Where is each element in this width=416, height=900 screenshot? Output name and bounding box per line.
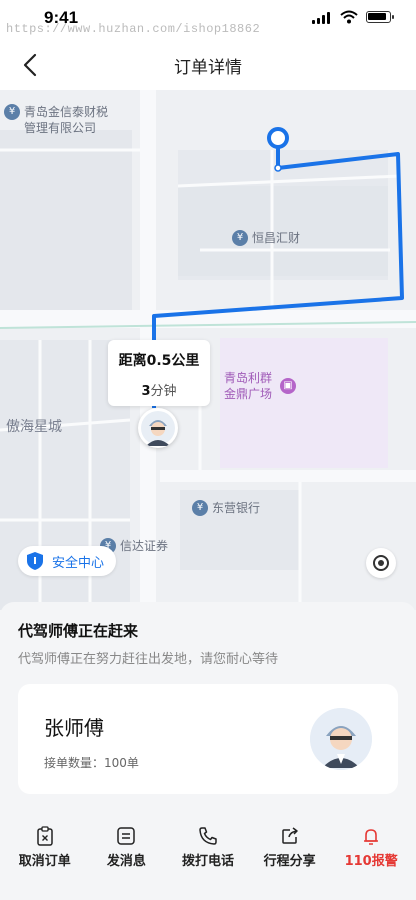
poi-label: 恒昌汇财 — [252, 231, 301, 245]
money-pin-icon: ¥ — [232, 230, 248, 246]
message-icon — [117, 827, 136, 845]
driver-avatar — [310, 708, 372, 770]
action-label: 拨打电话 — [181, 854, 234, 869]
sheet-subtitle: 代驾师傅正在努力赶往出发地，请您耐心等待 — [18, 652, 279, 667]
status-bar: 9:41 https://www.huzhan.com/ishop18862 — [0, 0, 416, 40]
driver-order-count: 接单数量：100单 — [44, 756, 139, 770]
money-pin-icon: ¥ — [4, 104, 20, 120]
action-bar: 取消订单 发消息 拨打电话 行程分享 110报警 — [0, 820, 416, 884]
shopping-pin-icon: ▣ — [280, 378, 296, 394]
safety-center-button[interactable]: 安全中心 — [18, 546, 117, 576]
phone-icon — [199, 827, 217, 845]
action-label: 行程分享 — [263, 854, 316, 869]
poi-label: 青岛金信泰财税管理有限公司 — [24, 105, 109, 135]
area-aohai: 傲海星城 — [6, 419, 62, 435]
poi-label: 东营银行 — [212, 501, 261, 515]
cancel-order-button[interactable]: 取消订单 — [5, 820, 85, 884]
poi-hengchang: ¥ 恒昌汇财 — [232, 230, 300, 246]
shield-icon — [27, 552, 43, 570]
distance-text: 距离0.5公里 — [118, 353, 200, 369]
wifi-icon — [340, 10, 358, 24]
eta-row: 3分钟 — [108, 380, 210, 399]
clipboard-x-icon — [37, 826, 53, 846]
safety-center-label: 安全中心 — [52, 555, 105, 571]
driver-avatar-icon[interactable] — [138, 408, 178, 448]
share-trip-button[interactable]: 行程分享 — [250, 820, 330, 884]
order-sheet: 代驾师傅正在赶来 代驾师傅正在努力赶往出发地，请您耐心等待 张师傅 接单数量：1… — [0, 602, 416, 900]
battery-icon — [366, 11, 394, 23]
share-icon — [281, 827, 298, 844]
driver-card[interactable]: 张师傅 接单数量：100单 — [18, 684, 398, 794]
poi-dongying-bank: ¥ 东营银行 — [192, 500, 260, 516]
poi-label: 青岛利群金鼎广场 — [224, 371, 273, 401]
poi-jinxintai: ¥ 青岛金信泰财税管理有限公司 — [4, 104, 124, 136]
send-message-button[interactable]: 发消息 — [86, 820, 166, 884]
driver-name: 张师傅 — [44, 716, 104, 740]
alarm-110-button[interactable]: 110报警 — [331, 820, 411, 884]
action-label: 110报警 — [344, 854, 398, 869]
sheet-title: 代驾师傅正在赶来 — [18, 622, 139, 640]
locate-button[interactable] — [366, 548, 396, 578]
map-view[interactable]: ¥ 青岛金信泰财税管理有限公司 ¥ 恒昌汇财 青岛利群金鼎广场 ▣ ¥ 东营银行… — [0, 90, 416, 610]
eta-unit: 分钟 — [150, 384, 177, 399]
signal-icon — [312, 12, 332, 24]
eta-value: 3 — [141, 384, 151, 399]
action-label: 发消息 — [106, 854, 146, 869]
money-pin-icon: ¥ — [192, 500, 208, 516]
call-button[interactable]: 拨打电话 — [168, 820, 248, 884]
page-title: 订单详情 — [174, 58, 242, 78]
poi-lique: 青岛利群金鼎广场 ▣ — [224, 370, 300, 402]
action-label: 取消订单 — [18, 854, 71, 869]
watermark-text: https://www.huzhan.com/ishop18862 — [6, 22, 261, 36]
bell-icon — [364, 829, 379, 845]
nav-bar: 订单详情 — [0, 40, 416, 90]
poi-label: 信达证券 — [120, 539, 169, 553]
distance-card: 距离0.5公里 3分钟 — [108, 340, 210, 406]
